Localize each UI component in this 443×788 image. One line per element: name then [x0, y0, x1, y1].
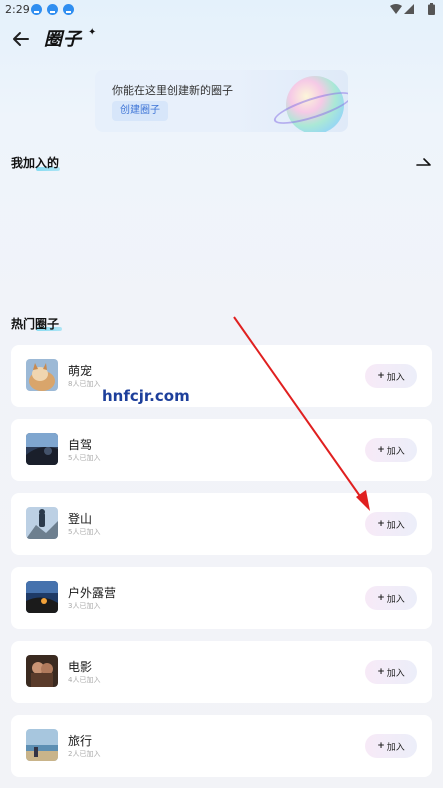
- circle-name: 户外露营: [68, 586, 117, 600]
- download-icon: [47, 4, 58, 15]
- create-circle-banner: 你能在这里创建新的圈子 创建圈子: [95, 70, 348, 132]
- back-arrow-icon[interactable]: [11, 29, 31, 49]
- page-title: 圈子: [44, 29, 82, 50]
- join-button[interactable]: + 加入: [365, 660, 417, 684]
- status-time: 2:29: [5, 3, 30, 16]
- download-icon: [31, 4, 42, 15]
- plus-icon: +: [377, 667, 385, 677]
- circle-card[interactable]: 自驾 5人已加入 + 加入: [11, 419, 432, 481]
- movie-photo-thumbnail: [26, 655, 58, 687]
- hot-section-title: 热门圈子: [11, 317, 60, 331]
- member-count: 3人已加入: [68, 602, 101, 610]
- join-button[interactable]: + 加入: [365, 438, 417, 462]
- battery-icon: [428, 3, 435, 15]
- arrow-right-icon[interactable]: [416, 157, 432, 167]
- join-label: 加入: [386, 742, 405, 753]
- hiker-photo-thumbnail: [26, 507, 58, 539]
- circle-name: 旅行: [68, 734, 93, 748]
- plus-icon: +: [377, 741, 385, 751]
- create-circle-button[interactable]: 创建圈子: [112, 101, 168, 121]
- plus-icon: +: [377, 519, 385, 529]
- status-bar: 2:29: [0, 0, 443, 20]
- circle-name: 电影: [68, 660, 93, 674]
- wifi-icon: [390, 4, 402, 14]
- download-icon: [63, 4, 74, 15]
- circle-name: 登山: [68, 512, 93, 526]
- sparkle-icon: ✦: [88, 27, 97, 38]
- signal-icon: [404, 4, 414, 14]
- member-count: 5人已加入: [68, 528, 101, 536]
- banner-text: 你能在这里创建新的圈子: [112, 84, 233, 97]
- circle-name: 自驾: [68, 438, 93, 452]
- join-label: 加入: [386, 594, 405, 605]
- member-count: 5人已加入: [68, 454, 101, 462]
- join-label: 加入: [386, 520, 405, 531]
- circle-card[interactable]: 萌宠 8人已加入 + 加入: [11, 345, 432, 407]
- circle-card[interactable]: 登山 5人已加入 + 加入: [11, 493, 432, 555]
- join-button[interactable]: + 加入: [365, 586, 417, 610]
- join-button[interactable]: + 加入: [365, 734, 417, 758]
- circle-name: 萌宠: [68, 364, 93, 378]
- plus-icon: +: [377, 445, 385, 455]
- member-count: 8人已加入: [68, 380, 101, 388]
- member-count: 2人已加入: [68, 750, 101, 758]
- join-label: 加入: [386, 446, 405, 457]
- member-count: 4人已加入: [68, 676, 101, 684]
- travel-photo-thumbnail: [26, 729, 58, 761]
- joined-section-title: 我加入的: [11, 156, 60, 170]
- car-photo-thumbnail: [26, 433, 58, 465]
- watermark: hnfcjr.com: [102, 387, 190, 405]
- join-button[interactable]: + 加入: [365, 364, 417, 388]
- circle-card[interactable]: 旅行 2人已加入 + 加入: [11, 715, 432, 777]
- join-label: 加入: [386, 372, 405, 383]
- join-label: 加入: [386, 668, 405, 679]
- circle-card[interactable]: 户外露营 3人已加入 + 加入: [11, 567, 432, 629]
- camp-photo-thumbnail: [26, 581, 58, 613]
- plus-icon: +: [377, 593, 385, 603]
- plus-icon: +: [377, 371, 385, 381]
- join-button[interactable]: + 加入: [365, 512, 417, 536]
- circle-card[interactable]: 电影 4人已加入 + 加入: [11, 641, 432, 703]
- cat-photo-thumbnail: [26, 359, 58, 391]
